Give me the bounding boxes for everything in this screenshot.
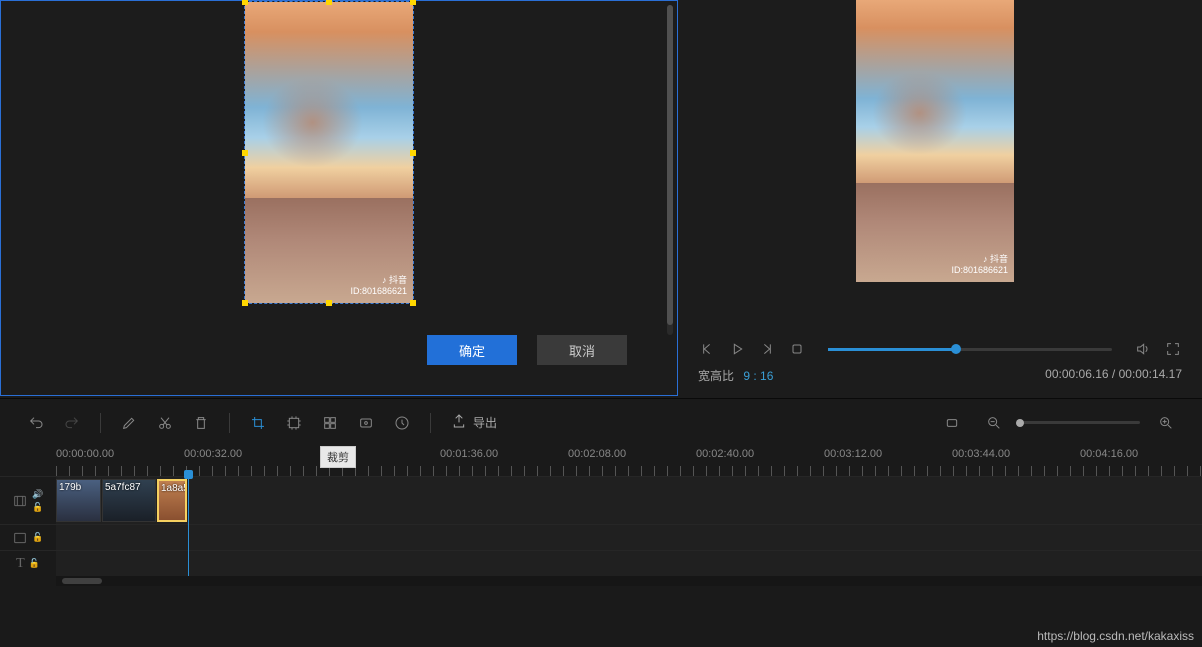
clip-label: 179b — [59, 482, 81, 493]
text-track: T 🔓 — [0, 550, 1202, 576]
speed-button[interactable] — [386, 407, 418, 439]
text-track-content[interactable] — [56, 551, 1202, 576]
ruler-label: 00:04:16.00 — [1080, 448, 1138, 460]
film-icon — [12, 493, 28, 509]
audio-track-content[interactable] — [56, 525, 1202, 550]
playhead[interactable] — [188, 476, 189, 576]
cut-button[interactable] — [149, 407, 181, 439]
clip-label: 1a8a58 — [161, 483, 187, 494]
grid-button[interactable] — [314, 407, 346, 439]
crop-handle-sw[interactable] — [242, 300, 248, 306]
redo-button[interactable] — [56, 407, 88, 439]
mute-icon[interactable]: 🔊 — [32, 489, 43, 500]
crop-handle-ne[interactable] — [410, 0, 416, 5]
crop-handle-e[interactable] — [410, 150, 416, 156]
ruler-label: 00:02:40.00 — [696, 448, 754, 460]
preview-video: ♪ 抖音 ID:801686621 — [856, 0, 1014, 282]
watermark: ♪ 抖音 ID:801686621 — [350, 275, 407, 297]
ruler-label: 00:02:08.00 — [568, 448, 626, 460]
tracks: 🔊 🔓 179b 5a7fc87 1a8a58 🔓 T 🔓 — [0, 476, 1202, 576]
timeline-scrollbar[interactable] — [56, 576, 1202, 586]
crop-handle-se[interactable] — [410, 300, 416, 306]
fullscreen-button[interactable] — [1164, 340, 1182, 358]
stop-button[interactable] — [788, 340, 806, 358]
crop-handle-w[interactable] — [242, 150, 248, 156]
fit-button[interactable] — [936, 407, 968, 439]
edit-button[interactable] — [113, 407, 145, 439]
next-frame-button[interactable] — [758, 340, 776, 358]
ruler-label: 00:00:32.00 — [184, 448, 242, 460]
cancel-button[interactable]: 取消 — [537, 335, 627, 365]
crop-scrollbar-thumb[interactable] — [667, 5, 673, 325]
ruler-label: 00:01:36.00 — [440, 448, 498, 460]
crop-handle-s[interactable] — [326, 300, 332, 306]
ruler-label: 00:03:12.00 — [824, 448, 882, 460]
toolbar: 导出 — [0, 398, 1202, 446]
ruler-label: 00:03:44.00 — [952, 448, 1010, 460]
lock-icon[interactable]: 🔓 — [29, 558, 40, 569]
ruler-label: 00:00:00.00 — [56, 448, 114, 460]
timeline-scrollbar-thumb[interactable] — [62, 578, 102, 584]
transform-button[interactable] — [278, 407, 310, 439]
zoom-in-button[interactable] — [1150, 407, 1182, 439]
zoom-handle[interactable] — [1016, 419, 1024, 427]
crop-preview-area[interactable]: ♪ 抖音 ID:801686621 — [1, 1, 677, 321]
video-track-head[interactable]: 🔊 🔓 — [0, 477, 56, 524]
crop-button[interactable] — [242, 407, 274, 439]
timeline: 00:00:00.0000:00:32.00:00.00:01:36.0000:… — [0, 446, 1202, 586]
timeline-clip[interactable]: 5a7fc87 — [102, 479, 156, 522]
clip-label: 5a7fc87 — [105, 482, 141, 493]
export-button[interactable]: 导出 — [443, 413, 505, 432]
zoom-out-button[interactable] — [978, 407, 1010, 439]
crop-dialog: ♪ 抖音 ID:801686621 确定 取消 — [0, 0, 678, 396]
crop-image-frame[interactable]: ♪ 抖音 ID:801686621 — [244, 1, 414, 304]
lock-icon[interactable]: 🔓 — [32, 502, 43, 513]
progress-bar[interactable] — [828, 348, 1112, 351]
preview-panel: ♪ 抖音 ID:801686621 宽高比 9 : 16 00:00:06.16… — [678, 0, 1202, 398]
timecode: 00:00:06.16 / 00:00:14.17 — [1045, 367, 1182, 384]
crop-scrollbar[interactable] — [667, 5, 673, 335]
record-button[interactable] — [350, 407, 382, 439]
lock-icon[interactable]: 🔓 — [32, 532, 43, 543]
timeline-ruler[interactable]: 00:00:00.0000:00:32.00:00.00:01:36.0000:… — [56, 446, 1202, 476]
video-track-content[interactable]: 179b 5a7fc87 1a8a58 — [56, 477, 1202, 524]
credit-text: https://blog.csdn.net/kakaxiss — [1037, 629, 1194, 643]
delete-button[interactable] — [185, 407, 217, 439]
volume-button[interactable] — [1134, 340, 1152, 358]
export-icon — [451, 413, 467, 432]
timeline-clip[interactable]: 179b — [56, 479, 101, 522]
crop-handle-n[interactable] — [326, 0, 332, 5]
video-track: 🔊 🔓 179b 5a7fc87 1a8a58 — [0, 476, 1202, 524]
play-button[interactable] — [728, 340, 746, 358]
preview-watermark: ♪ 抖音 ID:801686621 — [951, 254, 1008, 276]
text-icon: T — [16, 556, 25, 572]
confirm-button[interactable]: 确定 — [427, 335, 517, 365]
film-icon — [12, 530, 28, 546]
crop-tooltip: 裁剪 — [320, 446, 356, 468]
timeline-clip[interactable]: 1a8a58 — [157, 479, 187, 522]
prev-frame-button[interactable] — [698, 340, 716, 358]
aspect-ratio: 宽高比 9 : 16 — [698, 367, 773, 384]
zoom-slider[interactable] — [1020, 421, 1140, 424]
undo-button[interactable] — [20, 407, 52, 439]
crop-handle-nw[interactable] — [242, 0, 248, 5]
audio-track: 🔓 — [0, 524, 1202, 550]
text-track-head[interactable]: T 🔓 — [0, 551, 56, 576]
audio-track-head[interactable]: 🔓 — [0, 525, 56, 550]
progress-handle[interactable] — [951, 344, 961, 354]
